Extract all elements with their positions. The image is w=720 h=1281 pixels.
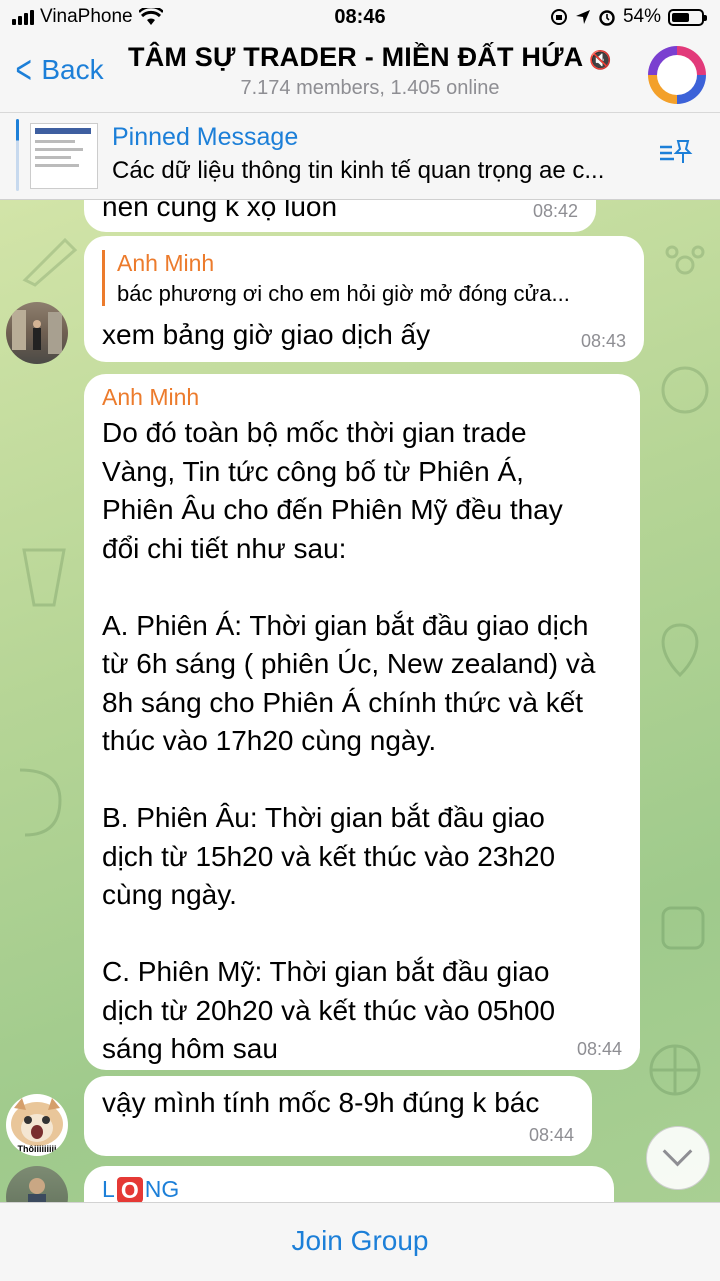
message-time: 08:44 [576, 1039, 622, 1059]
member-count: 7.174 members, 1.405 online [240, 77, 500, 99]
join-group-button[interactable]: Join Group [0, 1225, 720, 1257]
message-bubble[interactable]: Anh Minh bác phương ơi cho em hỏi giờ mở… [84, 236, 644, 362]
chevron-down-icon [662, 1136, 693, 1167]
battery-percent: 54% [622, 6, 661, 27]
avatar-caption: Thôiiiiiiiii [17, 1144, 57, 1154]
alarm-icon [599, 10, 615, 26]
battery-icon [668, 8, 707, 26]
pinned-text: Các dữ liệu thông tin kinh tế quan trọng… [112, 157, 605, 184]
reply-preview[interactable]: Anh Minh bác phương ơi cho em hỏi giờ mở… [102, 250, 627, 306]
scroll-down-button[interactable] [646, 1126, 710, 1190]
message-text: vậy mình tính mốc 8-9h đúng k bác [102, 1087, 540, 1118]
sender-emoji-o: O [116, 1176, 143, 1203]
message-bubble[interactable]: vậy mình tính mốc 8-9h đúng k bác 08:44 [84, 1076, 592, 1156]
pinned-thumbnail [30, 123, 98, 189]
reply-text: bác phương ơi cho em hỏi giờ mở đóng cửa… [117, 281, 570, 306]
sender-name: Anh Minh [102, 384, 200, 410]
pinned-indicator [16, 119, 19, 191]
message-time: 08:44 [528, 1125, 574, 1145]
pinned-message[interactable]: Pinned Message Các dữ liệu thông tin kin… [0, 112, 720, 200]
group-avatar[interactable] [648, 46, 706, 104]
message-bubble[interactable]: Anh Minh Do đó toàn bộ mốc thời gian tra… [84, 374, 640, 1070]
rotation-lock-icon [550, 9, 567, 25]
message-text: xem bảng giờ giao dịch ấy [102, 319, 431, 350]
chat-header: < Back TÂM SỰ TRADER - MIỀN ĐẤT HỨA 🔇 7.1… [0, 36, 720, 112]
reply-sender: Anh Minh [117, 250, 215, 276]
sender-name: L O NG [102, 1176, 180, 1203]
message-text: Do đó toàn bộ mốc thời gian trade Vàng, … [102, 417, 596, 1064]
avatar[interactable]: Thôiiiiiiiii [6, 1094, 68, 1156]
chevron-left-icon: < [15, 48, 32, 92]
back-button[interactable]: < Back [12, 50, 104, 90]
chat-title-area[interactable]: TÂM SỰ TRADER - MIỀN ĐẤT HỨA 🔇 7.174 memb… [120, 42, 620, 100]
mute-icon: 🔇 [589, 50, 612, 70]
back-label: Back [41, 54, 104, 85]
message-time: 08:43 [580, 331, 626, 351]
join-group-bar: Join Group [0, 1202, 720, 1281]
status-bar: VinaPhone 08:46 54% [0, 0, 720, 36]
pin-list-icon[interactable] [658, 137, 694, 169]
avatar[interactable] [6, 302, 68, 364]
chat-title: TÂM SỰ TRADER - MIỀN ĐẤT HỨA [128, 42, 584, 72]
pinned-title: Pinned Message [112, 123, 299, 151]
message-time: 08:42 [532, 201, 578, 221]
location-icon [575, 10, 590, 24]
